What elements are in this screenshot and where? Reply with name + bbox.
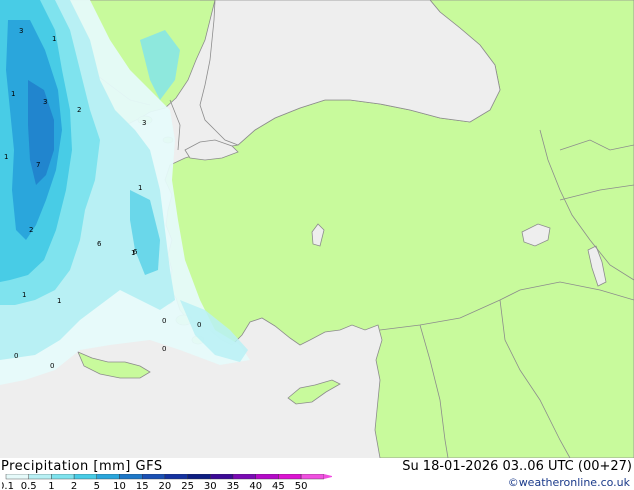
scale-swatch bbox=[164, 474, 188, 480]
scale-tick-label: 45 bbox=[272, 481, 285, 490]
precip-label: 3 bbox=[19, 27, 23, 35]
forecast-datetime: Su 18-01-2026 03..06 UTC (00+27) bbox=[402, 459, 632, 474]
precip-label: 2 bbox=[77, 106, 81, 114]
scale-swatch bbox=[73, 474, 97, 480]
scale-swatch bbox=[5, 474, 29, 480]
scale-swatch bbox=[141, 474, 166, 480]
scale-tick-label: 25 bbox=[181, 481, 194, 490]
scale-tick-label: 30 bbox=[204, 481, 217, 490]
scale-swatch bbox=[28, 474, 52, 480]
precip-label: 0 bbox=[162, 345, 166, 353]
scale-tick-label: 0.1 bbox=[2, 481, 14, 490]
precip-label: 2 bbox=[29, 226, 33, 234]
scale-swatch bbox=[278, 474, 302, 480]
scale-tick-label: 35 bbox=[227, 481, 240, 490]
scale-overflow-arrow bbox=[323, 474, 332, 479]
scale-tick-label: 2 bbox=[71, 481, 77, 490]
precip-label: 6 bbox=[133, 248, 138, 256]
precip-label: 3 bbox=[43, 98, 47, 106]
precipitation-color-scale: 0.10.5125101520253035404550 bbox=[2, 474, 332, 490]
precip-label: 1 bbox=[11, 90, 15, 98]
scale-tick-labels: 0.10.5125101520253035404550 bbox=[2, 481, 307, 490]
precip-label: 0 bbox=[14, 352, 18, 360]
map-title: Precipitation [mm] GFS bbox=[1, 459, 163, 474]
precip-label: 0 bbox=[162, 317, 166, 325]
precip-label: 3 bbox=[142, 119, 146, 127]
precip-label: 1 bbox=[57, 297, 61, 305]
scale-swatch bbox=[255, 474, 279, 480]
scale-tick-label: 20 bbox=[159, 481, 172, 490]
scale-swatch bbox=[96, 474, 120, 480]
scale-swatches bbox=[5, 474, 332, 480]
scale-tick-label: 1 bbox=[48, 481, 54, 490]
precipitation-map: 3 1 1 3 2 3 1 7 1 2 6 1 1 1 6 0 0 0 0 0 bbox=[0, 0, 634, 458]
scale-swatch bbox=[51, 474, 75, 480]
precip-label: 1 bbox=[52, 35, 56, 43]
scale-swatch bbox=[187, 474, 211, 480]
scale-swatch bbox=[119, 474, 143, 480]
precip-label: 0 bbox=[50, 362, 54, 370]
scale-swatch bbox=[300, 474, 325, 480]
scale-tick-label: 0.5 bbox=[21, 481, 37, 490]
scale-swatch bbox=[232, 474, 256, 480]
precip-label: 1 bbox=[22, 291, 26, 299]
scale-tick-label: 40 bbox=[249, 481, 262, 490]
precip-label: 0 bbox=[197, 321, 201, 329]
scale-tick-label: 5 bbox=[94, 481, 100, 490]
scale-swatch bbox=[210, 474, 234, 480]
precip-label: 1 bbox=[138, 184, 142, 192]
precip-label: 6 bbox=[97, 240, 102, 248]
scale-tick-label: 15 bbox=[136, 481, 149, 490]
source-credit[interactable]: ©weatheronline.co.uk bbox=[508, 476, 630, 489]
precip-label: 1 bbox=[4, 153, 8, 161]
scale-tick-label: 10 bbox=[113, 481, 126, 490]
precip-label: 7 bbox=[36, 161, 40, 169]
scale-tick-label: 50 bbox=[295, 481, 308, 490]
